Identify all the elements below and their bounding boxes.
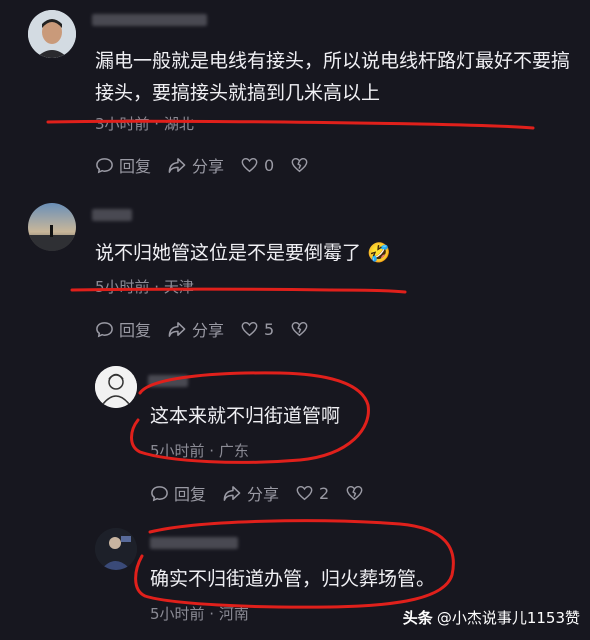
broken-heart-icon [346,485,363,501]
like-button[interactable]: 2 [295,484,329,503]
avatar[interactable] [95,366,137,408]
dislike-button[interactable] [345,484,369,502]
share-icon [168,157,186,173]
username[interactable] [92,14,207,26]
reply-label: 回复 [119,157,152,176]
comment-meta: 5小时前 · 广东 [150,442,249,460]
broken-heart-icon [291,157,308,173]
share-button[interactable]: 分享 [222,481,279,505]
share-icon [168,321,186,337]
like-count: 2 [319,483,330,503]
share-label: 分享 [192,321,225,340]
comment-actions: 回复 分享 0 [95,153,330,177]
avatar[interactable] [28,203,76,251]
comment-text-line: 漏电一般就是电线有接头，所以说电线杆路灯最好不要搞 [95,50,571,72]
reply-button[interactable]: 回复 [95,317,151,341]
watermark-author: @小杰说事儿1153赞 [436,609,580,627]
like-button[interactable]: 0 [240,156,274,175]
username[interactable] [148,375,188,387]
comment-text: 漏电一般就是电线有接头，所以说电线杆路灯最好不要搞 接头，要搞接头就搞到几米高以… [95,45,575,109]
avatar[interactable] [28,10,76,58]
comment-text: 这本来就不归街道管啊 [150,405,341,427]
reply-icon [96,157,113,173]
watermark-brand: 头条 [402,609,433,627]
comment-text: 确实不归街道办管，归火葬场管。 [150,568,436,590]
like-button[interactable]: 5 [240,320,274,339]
share-icon [223,485,241,501]
reply-label: 回复 [174,485,207,504]
dislike-button[interactable] [290,156,314,174]
avatar-photo [28,10,76,58]
comment-actions: 回复 分享 2 [150,481,385,505]
share-label: 分享 [247,485,280,504]
comment-text: 说不归她管这位是不是要倒霉了 🤣 [95,242,391,264]
broken-heart-icon [291,321,308,337]
comment-meta: 5小时前 · 天津 [95,278,194,296]
reply-icon [151,485,168,501]
share-button[interactable]: 分享 [167,317,224,341]
avatar-sketch [95,366,137,408]
dislike-button[interactable] [290,320,314,338]
heart-icon [241,321,258,337]
heart-icon [296,485,313,501]
reply-icon [96,321,113,337]
reply-button[interactable]: 回复 [95,153,151,177]
avatar-photo [28,203,76,251]
comment-meta: 3小时前 · 湖北 [95,115,194,133]
comment-meta: 5小时前 · 河南 [150,605,249,623]
share-button[interactable]: 分享 [167,153,224,177]
watermark: 头条 @小杰说事儿1153赞 [403,607,580,628]
username[interactable] [92,209,132,221]
username[interactable] [150,537,238,549]
reply-label: 回复 [119,321,152,340]
avatar-photo [95,528,137,570]
like-count: 0 [264,155,275,175]
share-label: 分享 [192,157,225,176]
comment-actions: 回复 分享 5 [95,317,330,341]
comment-text-line: 接头，要搞接头就搞到几米高以上 [95,82,381,104]
heart-icon [241,157,258,173]
like-count: 5 [264,319,275,339]
avatar[interactable] [95,528,137,570]
reply-button[interactable]: 回复 [150,481,206,505]
